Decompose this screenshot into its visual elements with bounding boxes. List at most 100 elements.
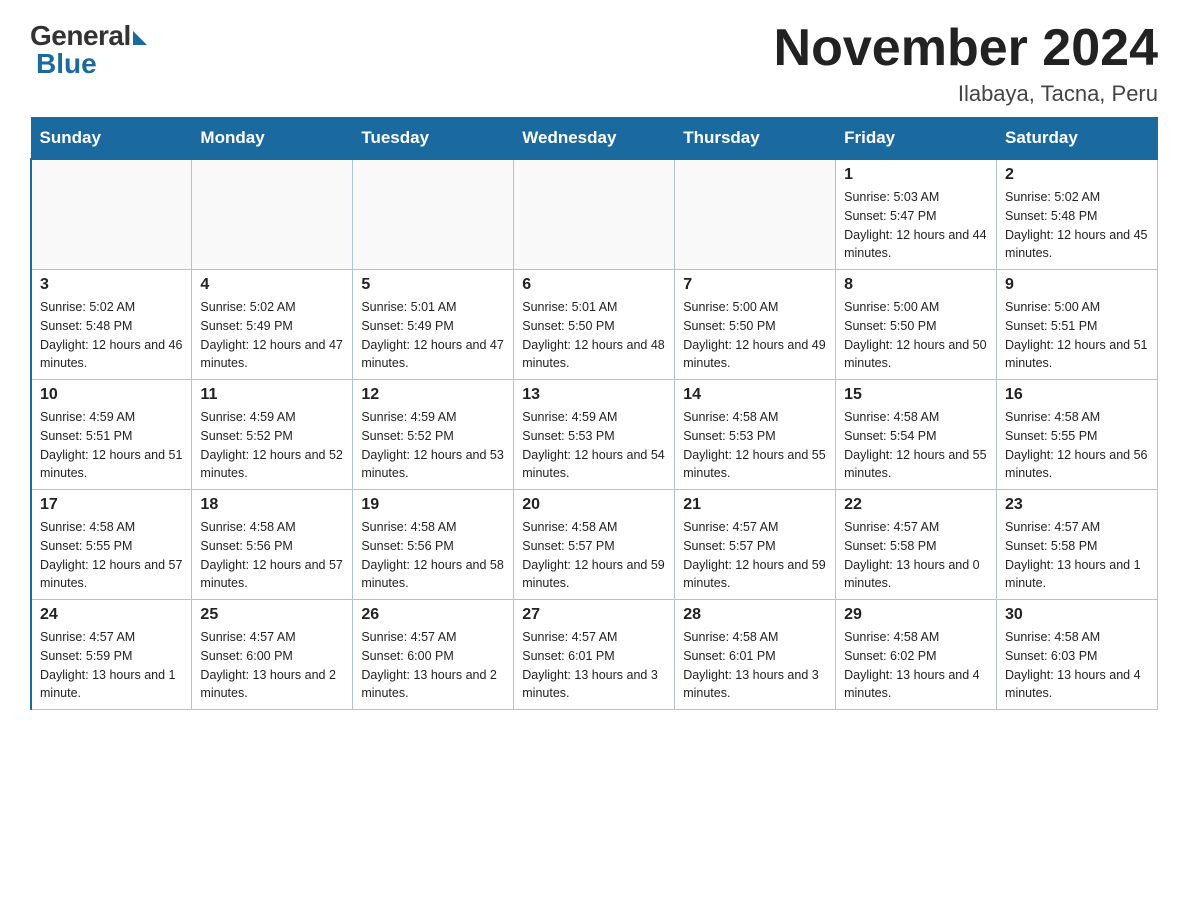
calendar-cell: 13 Sunrise: 4:59 AM Sunset: 5:53 PM Dayli… [514,380,675,490]
calendar-header-row: SundayMondayTuesdayWednesdayThursdayFrid… [31,118,1158,160]
day-info: Sunrise: 5:01 AM Sunset: 5:50 PM Dayligh… [522,298,666,373]
calendar-subtitle: Ilabaya, Tacna, Peru [774,81,1158,107]
day-info: Sunrise: 4:58 AM Sunset: 6:01 PM Dayligh… [683,628,827,703]
calendar-cell: 12 Sunrise: 4:59 AM Sunset: 5:52 PM Dayli… [353,380,514,490]
day-info: Sunrise: 4:57 AM Sunset: 6:00 PM Dayligh… [200,628,344,703]
calendar-week-row: 24Sunrise: 4:57 AM Sunset: 5:59 PM Dayli… [31,600,1158,710]
day-info: Sunrise: 4:58 AM Sunset: 6:03 PM Dayligh… [1005,628,1149,703]
calendar-cell: 11 Sunrise: 4:59 AM Sunset: 5:52 PM Dayli… [192,380,353,490]
day-of-week-header: Sunday [31,118,192,160]
day-number: 8 [844,276,988,294]
calendar-cell: 16 Sunrise: 4:58 AM Sunset: 5:55 PM Dayli… [997,380,1158,490]
calendar-cell: 7 Sunrise: 5:00 AM Sunset: 5:50 PM Daylig… [675,270,836,380]
day-of-week-header: Saturday [997,118,1158,160]
day-number: 26 [361,606,505,624]
day-of-week-header: Wednesday [514,118,675,160]
day-of-week-header: Friday [836,118,997,160]
day-info: Sunrise: 4:57 AM Sunset: 5:59 PM Dayligh… [40,628,183,703]
day-number: 25 [200,606,344,624]
day-number: 1 [844,166,988,184]
calendar-cell: 14 Sunrise: 4:58 AM Sunset: 5:53 PM Dayli… [675,380,836,490]
day-info: Sunrise: 5:00 AM Sunset: 5:50 PM Dayligh… [844,298,988,373]
calendar-cell: 3 Sunrise: 5:02 AM Sunset: 5:48 PM Daylig… [31,270,192,380]
day-info: Sunrise: 4:57 AM Sunset: 6:00 PM Dayligh… [361,628,505,703]
calendar-cell: 5Sunrise: 5:01 AM Sunset: 5:49 PM Daylig… [353,270,514,380]
calendar-cell: 1 Sunrise: 5:03 AM Sunset: 5:47 PM Daylig… [836,159,997,270]
calendar-cell: 15 Sunrise: 4:58 AM Sunset: 5:54 PM Dayli… [836,380,997,490]
day-number: 23 [1005,496,1149,514]
day-info: Sunrise: 4:58 AM Sunset: 6:02 PM Dayligh… [844,628,988,703]
calendar-cell: 8 Sunrise: 5:00 AM Sunset: 5:50 PM Daylig… [836,270,997,380]
day-number: 28 [683,606,827,624]
calendar-cell: 25 Sunrise: 4:57 AM Sunset: 6:00 PM Dayli… [192,600,353,710]
calendar-table: SundayMondayTuesdayWednesdayThursdayFrid… [30,117,1158,710]
day-number: 18 [200,496,344,514]
day-number: 12 [361,386,505,404]
calendar-cell: 22Sunrise: 4:57 AM Sunset: 5:58 PM Dayli… [836,490,997,600]
calendar-cell: 19 Sunrise: 4:58 AM Sunset: 5:56 PM Dayli… [353,490,514,600]
day-number: 2 [1005,166,1149,184]
calendar-week-row: 10 Sunrise: 4:59 AM Sunset: 5:51 PM Dayli… [31,380,1158,490]
calendar-week-row: 1 Sunrise: 5:03 AM Sunset: 5:47 PM Daylig… [31,159,1158,270]
day-number: 20 [522,496,666,514]
day-number: 22 [844,496,988,514]
logo-arrow-icon [133,31,147,45]
calendar-cell: 10 Sunrise: 4:59 AM Sunset: 5:51 PM Dayli… [31,380,192,490]
calendar-cell: 20Sunrise: 4:58 AM Sunset: 5:57 PM Dayli… [514,490,675,600]
day-info: Sunrise: 4:57 AM Sunset: 5:57 PM Dayligh… [683,518,827,593]
day-number: 29 [844,606,988,624]
day-number: 11 [200,386,344,404]
day-number: 21 [683,496,827,514]
logo: General Blue [30,20,147,80]
day-info: Sunrise: 4:58 AM Sunset: 5:56 PM Dayligh… [361,518,505,593]
calendar-cell: 23 Sunrise: 4:57 AM Sunset: 5:58 PM Dayli… [997,490,1158,600]
day-number: 17 [40,496,183,514]
calendar-cell: 27 Sunrise: 4:57 AM Sunset: 6:01 PM Dayli… [514,600,675,710]
day-number: 15 [844,386,988,404]
day-info: Sunrise: 4:59 AM Sunset: 5:52 PM Dayligh… [200,408,344,483]
calendar-title: November 2024 [774,20,1158,77]
day-info: Sunrise: 4:58 AM Sunset: 5:56 PM Dayligh… [200,518,344,593]
day-number: 9 [1005,276,1149,294]
day-info: Sunrise: 5:03 AM Sunset: 5:47 PM Dayligh… [844,188,988,263]
calendar-cell: 2Sunrise: 5:02 AM Sunset: 5:48 PM Daylig… [997,159,1158,270]
day-info: Sunrise: 4:58 AM Sunset: 5:55 PM Dayligh… [1005,408,1149,483]
calendar-cell: 6 Sunrise: 5:01 AM Sunset: 5:50 PM Daylig… [514,270,675,380]
title-block: November 2024 Ilabaya, Tacna, Peru [774,20,1158,107]
day-number: 6 [522,276,666,294]
day-info: Sunrise: 4:58 AM Sunset: 5:53 PM Dayligh… [683,408,827,483]
calendar-cell: 30Sunrise: 4:58 AM Sunset: 6:03 PM Dayli… [997,600,1158,710]
day-info: Sunrise: 4:57 AM Sunset: 6:01 PM Dayligh… [522,628,666,703]
calendar-cell: 17 Sunrise: 4:58 AM Sunset: 5:55 PM Dayli… [31,490,192,600]
calendar-cell: 21 Sunrise: 4:57 AM Sunset: 5:57 PM Dayli… [675,490,836,600]
day-of-week-header: Tuesday [353,118,514,160]
day-info: Sunrise: 4:58 AM Sunset: 5:55 PM Dayligh… [40,518,183,593]
day-number: 27 [522,606,666,624]
day-info: Sunrise: 4:59 AM Sunset: 5:51 PM Dayligh… [40,408,183,483]
day-of-week-header: Thursday [675,118,836,160]
day-info: Sunrise: 5:00 AM Sunset: 5:50 PM Dayligh… [683,298,827,373]
day-info: Sunrise: 4:58 AM Sunset: 5:54 PM Dayligh… [844,408,988,483]
calendar-cell [192,159,353,270]
logo-blue-text: Blue [36,48,97,80]
day-number: 3 [40,276,183,294]
day-info: Sunrise: 5:02 AM Sunset: 5:48 PM Dayligh… [40,298,183,373]
page-header: General Blue November 2024 Ilabaya, Tacn… [30,20,1158,107]
day-number: 7 [683,276,827,294]
day-info: Sunrise: 4:57 AM Sunset: 5:58 PM Dayligh… [1005,518,1149,593]
day-number: 10 [40,386,183,404]
day-info: Sunrise: 4:59 AM Sunset: 5:52 PM Dayligh… [361,408,505,483]
day-number: 13 [522,386,666,404]
calendar-cell [31,159,192,270]
day-info: Sunrise: 5:02 AM Sunset: 5:49 PM Dayligh… [200,298,344,373]
calendar-cell: 29 Sunrise: 4:58 AM Sunset: 6:02 PM Dayli… [836,600,997,710]
calendar-week-row: 3 Sunrise: 5:02 AM Sunset: 5:48 PM Daylig… [31,270,1158,380]
day-number: 16 [1005,386,1149,404]
day-number: 19 [361,496,505,514]
calendar-cell [353,159,514,270]
day-number: 14 [683,386,827,404]
calendar-cell: 26 Sunrise: 4:57 AM Sunset: 6:00 PM Dayli… [353,600,514,710]
day-info: Sunrise: 5:01 AM Sunset: 5:49 PM Dayligh… [361,298,505,373]
calendar-cell [675,159,836,270]
day-info: Sunrise: 4:59 AM Sunset: 5:53 PM Dayligh… [522,408,666,483]
